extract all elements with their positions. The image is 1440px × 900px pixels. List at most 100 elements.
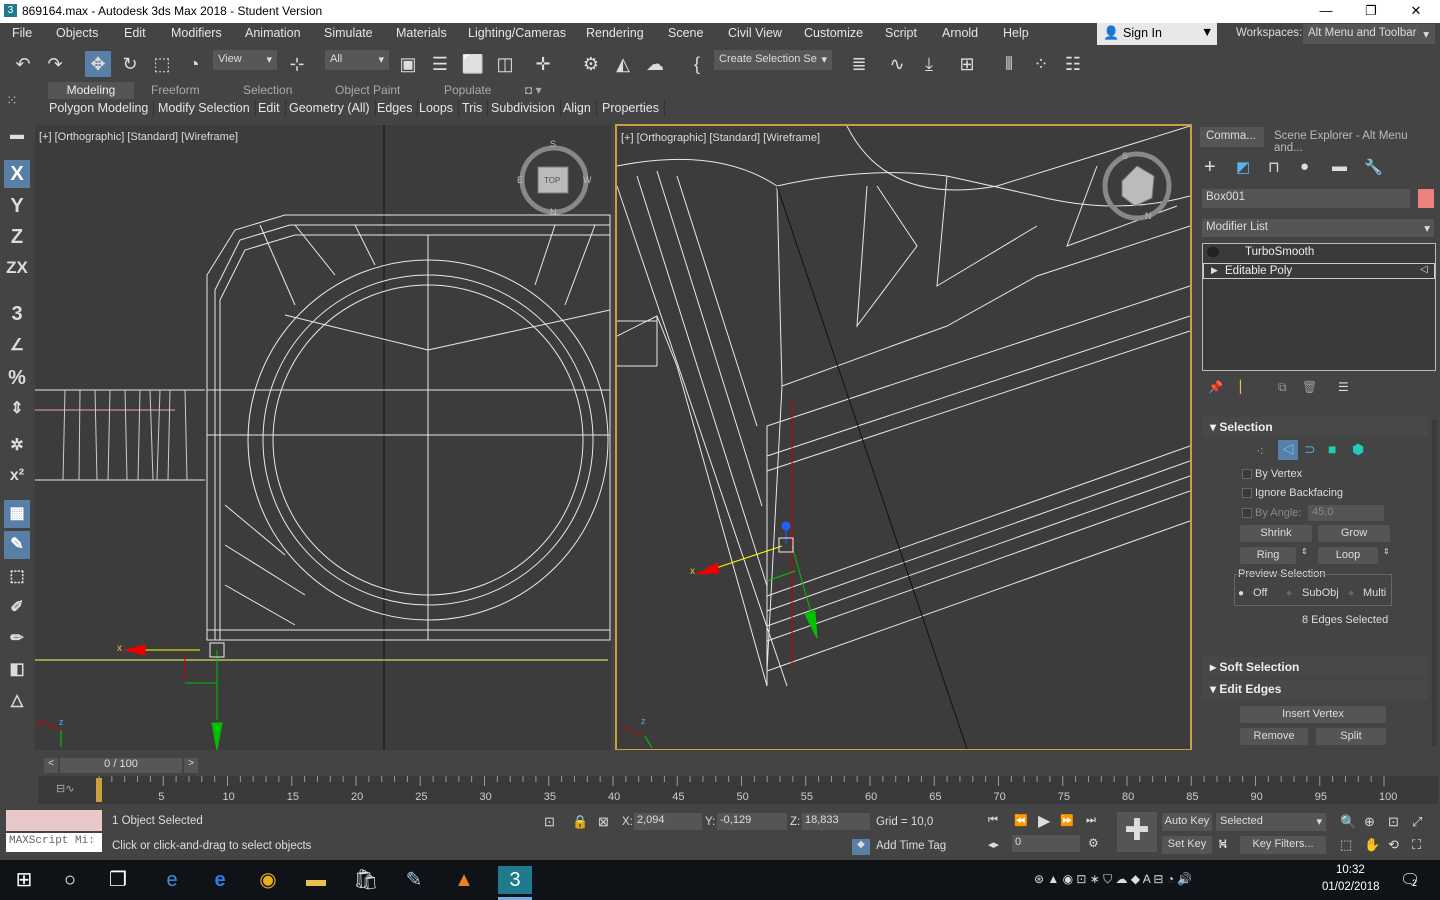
- lock-icon[interactable]: 🔒: [572, 814, 588, 830]
- time-slider[interactable]: 0 / 100: [60, 758, 182, 773]
- selection-filter-select[interactable]: All ▾: [325, 50, 389, 70]
- move-icon[interactable]: ✥: [85, 51, 111, 77]
- selection-rollout-header[interactable]: ▾ Selection: [1202, 417, 1428, 437]
- key-set-select[interactable]: Selected ▾: [1216, 813, 1326, 831]
- split-button[interactable]: Split: [1316, 728, 1386, 745]
- menu-script[interactable]: Script: [885, 26, 917, 40]
- loop-button[interactable]: Loop: [1318, 547, 1378, 564]
- y-coordinate-field[interactable]: -0,129: [717, 813, 787, 830]
- axis-icon[interactable]: x²: [4, 462, 30, 490]
- snap-toggle-icon[interactable]: ⚙: [578, 51, 604, 77]
- redo-icon[interactable]: ↷: [42, 51, 68, 77]
- radio-subobj[interactable]: ●: [1286, 588, 1292, 599]
- chrome-icon[interactable]: ◉: [254, 866, 282, 894]
- place-icon[interactable]: ◔: [181, 51, 207, 77]
- constrain-y-button[interactable]: Y: [4, 192, 30, 220]
- prev-key-icon[interactable]: ⏪: [1014, 814, 1028, 827]
- object-name-field[interactable]: Box001: [1202, 189, 1410, 208]
- make-unique-icon[interactable]: ⧉: [1278, 380, 1287, 395]
- grid-snap-icon[interactable]: ▦: [4, 500, 30, 528]
- zoom-all-icon[interactable]: ⊕: [1364, 814, 1375, 830]
- minimize-button[interactable]: —: [1303, 0, 1349, 23]
- menu-customize[interactable]: Customize: [804, 26, 863, 40]
- zoom-extents-all-icon[interactable]: ⤢: [1412, 814, 1422, 830]
- time-cursor[interactable]: [96, 778, 102, 802]
- workspaces-select[interactable]: Alt Menu and Toolbar ▾: [1303, 24, 1435, 44]
- undo-icon[interactable]: ↶: [10, 51, 36, 77]
- display-icon[interactable]: ▬: [1332, 158, 1347, 175]
- track-bar[interactable]: ⊟∿ 5 10 15 20 25 30 35 40 45 50 55 60 65 70 75 80 85 90 95…: [38, 776, 1438, 804]
- ribbon-loops[interactable]: Loops: [414, 100, 460, 117]
- clock-date[interactable]: 01/02/2018: [1322, 881, 1380, 893]
- mirror-icon[interactable]: ⫴: [996, 51, 1022, 77]
- goto-start-icon[interactable]: ⏮: [988, 814, 998, 827]
- angle-snap-left-icon[interactable]: ∠: [4, 332, 30, 360]
- maximize-button[interactable]: ❐: [1348, 0, 1394, 23]
- add-time-tag[interactable]: Add Time Tag: [876, 840, 946, 852]
- key-mode-icon[interactable]: ◂▸: [988, 838, 999, 851]
- snap-move-icon[interactable]: ✛: [530, 51, 556, 77]
- current-frame-field[interactable]: 0: [1012, 835, 1080, 852]
- edit-edges-rollout-header[interactable]: ▾ Edit Edges: [1202, 679, 1428, 699]
- vertex-icon[interactable]: ⁖: [1256, 443, 1264, 460]
- maxscript-listener-input[interactable]: [6, 810, 102, 831]
- snap-3d-icon[interactable]: 3: [4, 300, 30, 328]
- constrain-z-button[interactable]: Z: [4, 223, 30, 251]
- polygon-icon[interactable]: ■: [1328, 441, 1336, 457]
- tab-populate[interactable]: Populate: [434, 82, 501, 99]
- task-view-icon[interactable]: ❐: [104, 866, 132, 894]
- tab-scene-explorer[interactable]: Scene Explorer - Alt Menu and...: [1268, 127, 1440, 154]
- maximize-viewport-icon[interactable]: ⛶: [1412, 837, 1421, 853]
- reference-coordinate-select[interactable]: View ▾: [213, 50, 277, 70]
- percent-snap-icon[interactable]: ☁: [642, 51, 668, 77]
- element-icon[interactable]: ⬢: [1352, 441, 1364, 458]
- tab-command[interactable]: Comma...: [1200, 127, 1264, 147]
- clock-time[interactable]: 10:32: [1336, 864, 1365, 876]
- zoom-icon[interactable]: 🔍: [1340, 814, 1356, 830]
- menu-edit[interactable]: Edit: [124, 26, 146, 40]
- shrink-button[interactable]: Shrink: [1240, 525, 1312, 542]
- tray-icons[interactable]: ⊛ ▲ ◉ ⊡ ∗ ⛉ ☁ ◆ A ⊟ ◔ 🔊: [1034, 872, 1192, 887]
- configure-modifier-icon[interactable]: ☰: [1338, 380, 1349, 394]
- rotate-icon[interactable]: ↻: [117, 51, 143, 77]
- 3ds-max-taskbar-icon[interactable]: 3: [498, 866, 532, 894]
- menu-objects[interactable]: Objects: [56, 26, 98, 40]
- zoom-extents-icon[interactable]: ⊡: [1388, 814, 1399, 830]
- time-config-icon[interactable]: ⚙: [1088, 836, 1099, 850]
- spinner-snap-icon[interactable]: ⇕: [4, 395, 30, 423]
- loop-spinner-icon[interactable]: ⇕: [1383, 547, 1390, 556]
- ribbon-options-icon[interactable]: ◘ ▾: [515, 82, 552, 99]
- motion-icon[interactable]: ●: [1300, 158, 1309, 175]
- stack-item-turbosmooth[interactable]: TurboSmooth: [1245, 246, 1314, 258]
- sign-in-button[interactable]: 👤 Sign In ▼: [1097, 23, 1217, 45]
- constraints-icon[interactable]: ▬: [4, 120, 30, 148]
- internet-explorer-icon[interactable]: e: [158, 866, 186, 894]
- by-angle-checkbox[interactable]: [1242, 508, 1252, 518]
- pin-icon[interactable]: 📌: [1208, 380, 1223, 394]
- key-tangent-icon[interactable]: ⛕: [1218, 836, 1228, 854]
- schematic-view-icon[interactable]: ⊞: [954, 51, 980, 77]
- time-tag-icon[interactable]: ◆: [852, 839, 870, 855]
- windows-start-icon[interactable]: ⊞: [10, 866, 38, 894]
- next-key-icon[interactable]: ⏩: [1060, 814, 1074, 827]
- soft-selection-rollout-header[interactable]: ▸ Soft Selection: [1202, 657, 1428, 677]
- orbit-icon[interactable]: ⟲: [1388, 837, 1399, 853]
- modify-icon[interactable]: ◩: [1236, 158, 1250, 176]
- snap-star-icon[interactable]: ✲: [4, 432, 30, 460]
- tab-object-paint[interactable]: Object Paint: [325, 82, 410, 99]
- hierarchy-icon[interactable]: ⊓: [1268, 158, 1280, 176]
- object-color-swatch[interactable]: [1418, 189, 1434, 208]
- expand-icon[interactable]: ▶: [1211, 265, 1218, 276]
- modifier-list-select[interactable]: Modifier List ▾: [1202, 219, 1434, 237]
- paint-select-icon[interactable]: ✎: [4, 531, 30, 559]
- scale-icon[interactable]: ⬚: [149, 51, 175, 77]
- select-object-icon[interactable]: ▣: [395, 51, 421, 77]
- ribbon-geometry-all[interactable]: Geometry (All): [284, 100, 376, 117]
- menu-scene[interactable]: Scene: [668, 26, 703, 40]
- menu-arnold[interactable]: Arnold: [942, 26, 978, 40]
- menu-modifiers[interactable]: Modifiers: [171, 26, 222, 40]
- menu-animation[interactable]: Animation: [245, 26, 301, 40]
- insert-vertex-button[interactable]: Insert Vertex: [1240, 706, 1386, 723]
- menu-file[interactable]: File: [12, 26, 32, 40]
- menu-lighting-cameras[interactable]: Lighting/Cameras: [468, 26, 566, 40]
